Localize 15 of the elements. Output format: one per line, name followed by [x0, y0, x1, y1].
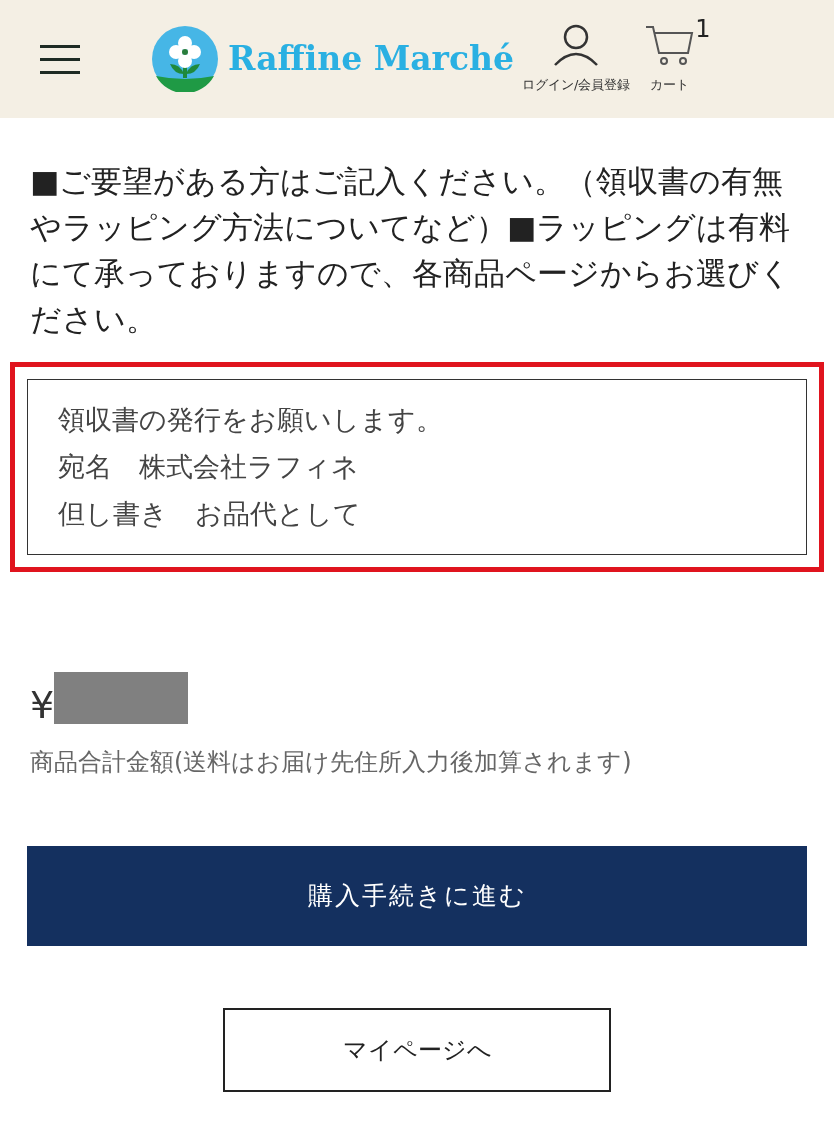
total-note: 商品合計金額(送料はお届け先住所入力後加算されます) [29, 747, 633, 778]
request-line: 但し書き お品代として [58, 497, 361, 531]
currency-symbol: ¥ [30, 686, 55, 724]
request-line: 領収書の発行をお願いします。 [58, 403, 443, 437]
request-field[interactable]: 領収書の発行をお願いします。 宛名 株式会社ラフィネ 但し書き お品代として [27, 379, 807, 555]
cart-count: 1 [695, 14, 711, 46]
menu-icon[interactable] [40, 43, 80, 75]
mypage-button[interactable]: マイページへ [223, 1008, 611, 1092]
person-icon [553, 23, 600, 68]
checkout-button[interactable]: 購入手続きに進む [27, 846, 807, 946]
cart-icon [644, 23, 695, 68]
flower-logo-icon [152, 26, 218, 92]
request-line: 宛名 株式会社ラフィネ [58, 450, 359, 484]
request-instructions: ■ご要望がある方はご記入ください。（領収書の有無やラッピング方法についてなど）■ラッピングは有料にて承っておりますので、各商品ページからお選びください。 [30, 162, 792, 339]
login-button[interactable]: ログイン/会員登録 [522, 23, 631, 95]
